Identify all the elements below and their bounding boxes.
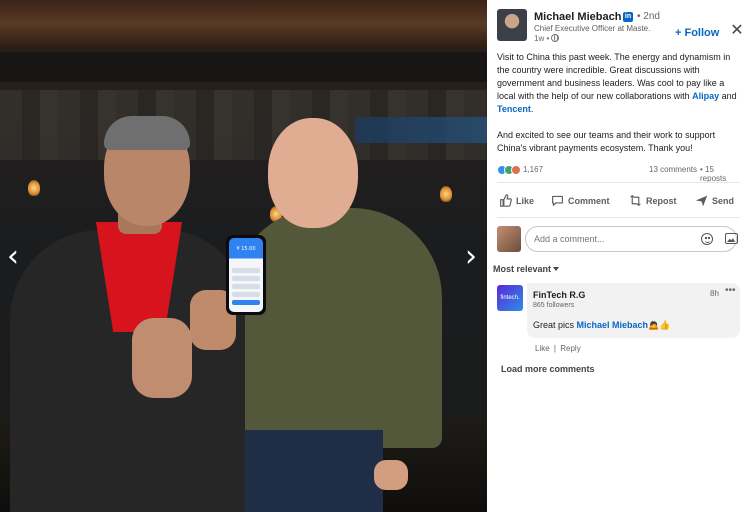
image-icon[interactable] (725, 233, 738, 244)
viewer-avatar (497, 226, 521, 252)
comment-reply-button[interactable]: Reply (560, 344, 580, 353)
emoji-icon[interactable] (701, 233, 713, 245)
post-panel: Michael Miebach in • 2nd Chief Executive… (487, 0, 750, 512)
phone-amount: ¥ 15.00 (236, 246, 256, 252)
author-headline: Chief Executive Officer at Maste... (534, 24, 650, 33)
repost-button[interactable]: Repost (629, 189, 677, 213)
person-left-hair (104, 116, 190, 150)
action-bar: Like Comment Repost Send (497, 189, 740, 213)
commenter-avatar[interactable]: fintech. (497, 285, 523, 311)
reaction-icons[interactable] (497, 165, 523, 175)
linkedin-badge-icon: in (623, 12, 633, 22)
post-time-text: 1w • (534, 34, 550, 43)
commenter-name[interactable]: FinTech R.G (533, 290, 585, 300)
love-icon (511, 165, 521, 175)
divider (497, 182, 740, 183)
more-icon[interactable]: ••• (725, 285, 736, 296)
phone-list-row (232, 276, 260, 281)
photo-shelf (355, 117, 487, 143)
comment-text-prefix: Great pics (533, 320, 577, 330)
post-text-part: and (719, 91, 737, 101)
repost-icon (630, 194, 641, 207)
sort-dropdown[interactable]: Most relevant (493, 264, 560, 274)
phone-pay-button (232, 300, 260, 305)
person-right-head (268, 118, 358, 228)
comment-item: fintech. FinTech R.G 865 followers 8h ••… (497, 283, 740, 357)
send-label: Send (712, 196, 735, 206)
comment-composer (497, 226, 740, 254)
thumbs-up-icon (500, 194, 512, 207)
repost-count[interactable]: • 15 reposts (700, 165, 740, 183)
author-header: Michael Miebach in • 2nd Chief Executive… (497, 9, 744, 45)
comment-actions-separator: | (553, 344, 556, 353)
load-more-comments-button[interactable]: Load more comments (501, 364, 595, 374)
photo-beam (0, 52, 487, 82)
reaction-count[interactable]: 1,167 (523, 165, 543, 174)
phone-screen: ¥ 15.00 (229, 238, 263, 312)
caret-down-icon (553, 267, 560, 271)
divider (497, 217, 740, 218)
chevron-left-icon[interactable]: ‹ (0, 238, 26, 276)
photo-ceiling (0, 0, 487, 48)
person-right-hand (374, 460, 408, 490)
mention-tencent[interactable]: Tencent (497, 104, 531, 114)
follow-button[interactable]: + Follow (675, 27, 719, 39)
comment-time: 8h (710, 289, 719, 298)
post-paragraph: And excited to see our teams and their w… (497, 130, 716, 153)
comment-label: Comment (568, 196, 610, 206)
phone-list-row (232, 292, 260, 297)
comment-like-button[interactable]: Like (535, 344, 550, 353)
author-avatar[interactable] (497, 9, 527, 41)
post-photo[interactable]: ¥ 15.00 ‹ › (0, 0, 487, 512)
comment-actions: Like | Reply (535, 344, 583, 353)
social-counts: 1,167 13 comments • 15 reposts (497, 165, 740, 183)
author-name[interactable]: Michael Miebach (534, 11, 621, 23)
phone: ¥ 15.00 (226, 235, 266, 315)
comment-bubble: FinTech R.G 865 followers 8h ••• Great p… (527, 283, 740, 338)
send-icon (695, 195, 708, 207)
phone-list-row (232, 284, 260, 289)
comment-emojis: 🙇👍 (648, 320, 671, 330)
connection-degree: • 2nd (637, 11, 660, 22)
post-body: Visit to China this past week. The energ… (497, 51, 741, 168)
repost-label: Repost (646, 196, 677, 206)
sort-label: Most relevant (493, 264, 552, 274)
send-button[interactable]: Send (695, 189, 734, 213)
photo-lamp (28, 180, 40, 196)
like-button[interactable]: Like (499, 189, 534, 213)
like-label: Like (516, 196, 535, 206)
photo-lamp (440, 186, 452, 202)
comment-icon (552, 195, 563, 206)
thumbs-up-hand (132, 318, 192, 398)
mention-michael-miebach[interactable]: Michael Miebach (577, 320, 649, 330)
post-time: 1w • (534, 34, 560, 43)
post-text-part: . (530, 104, 534, 114)
comment-text: Great pics Michael Miebach🙇👍 (533, 320, 670, 331)
mention-alipay[interactable]: Alipay (692, 91, 719, 101)
comment-count[interactable]: 13 comments (649, 165, 697, 174)
phone-list-row (232, 268, 260, 273)
chevron-right-icon[interactable]: › (458, 238, 484, 276)
globe-icon (551, 34, 560, 42)
commenter-followers: 865 followers (533, 302, 575, 309)
comment-button[interactable]: Comment (551, 189, 610, 213)
post-paragraph: Visit to China this past week. The energ… (497, 51, 741, 116)
close-icon[interactable]: ✕ (730, 22, 744, 38)
